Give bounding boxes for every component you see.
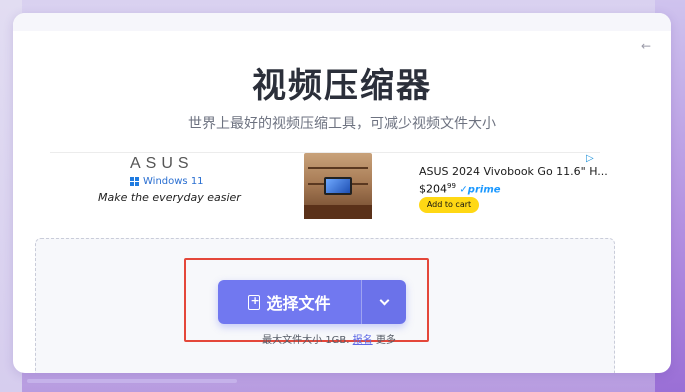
product-image[interactable] — [304, 153, 372, 219]
add-to-cart-button[interactable]: Add to cart — [419, 197, 479, 213]
choose-file-label: 选择文件 — [266, 294, 331, 313]
file-size-limit: 最大文件大小 1GB. 报名 更多 — [262, 335, 396, 346]
asus-logo: ASUS — [130, 155, 194, 172]
chevron-down-icon — [379, 295, 389, 305]
windows-logo-icon — [130, 177, 139, 186]
file-add-icon — [248, 294, 261, 310]
ad-price: $20499 ✓prime — [419, 182, 501, 196]
windows-label: Windows 11 — [143, 176, 204, 187]
ad-product-title[interactable]: ASUS 2024 Vivobook Go 11.6" H... — [419, 165, 608, 178]
arrow-left-icon[interactable]: ← — [641, 39, 651, 53]
signup-link[interactable]: 报名 — [353, 335, 373, 346]
prime-badge: ✓prime — [459, 184, 501, 196]
ad-banner[interactable]: ASUS Windows 11 Make the everyday easier… — [50, 152, 608, 220]
choose-file-button-group: 选择文件 — [218, 280, 406, 324]
laptop-image — [324, 177, 352, 195]
upload-source-dropdown[interactable] — [361, 280, 406, 324]
ad-tagline: Make the everyday easier — [98, 191, 241, 204]
inner-top-bar — [13, 13, 671, 31]
windows-badge: Windows 11 — [130, 176, 204, 187]
adchoices-icon[interactable]: ▷ — [586, 153, 594, 164]
scroll-indicator[interactable] — [27, 379, 237, 383]
page-subtitle: 世界上最好的视频压缩工具，可减少视频文件大小 — [188, 116, 496, 132]
choose-file-button[interactable]: 选择文件 — [218, 280, 361, 324]
page-title: 视频压缩器 — [252, 66, 432, 106]
